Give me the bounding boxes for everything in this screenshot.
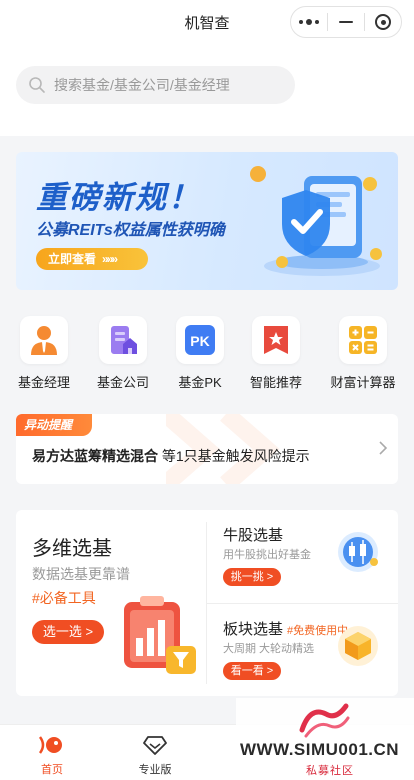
quick-entry-label: 基金PK: [178, 375, 222, 390]
search-input[interactable]: [54, 77, 274, 93]
banner-subline: 公募REITs权益属性获明确: [36, 222, 225, 239]
site-watermark: WWW.SIMU001.CN 私募社区: [236, 698, 414, 780]
tab-label: 专业版: [138, 764, 172, 776]
quick-entry-calculator[interactable]: 财富计算器: [325, 310, 401, 391]
alert-fund-name: 易方达蓝筹精选混合: [32, 448, 158, 464]
more-options-button[interactable]: [291, 7, 327, 37]
watermark-url: WWW.SIMU001.CN: [240, 740, 400, 759]
tool-title: 牛股选基: [223, 527, 284, 544]
multi-dimension-fund-picker: 多维选基 数据选基更靠谱 #必备工具 选一选 > 牛股选基 用牛股挑出好基金 挑…: [16, 510, 398, 696]
quick-entry-smart-recommend[interactable]: 智能推荐: [238, 310, 314, 391]
smart-recommend-icon: [264, 326, 288, 354]
alert-message-text: 等1只基金触发风险提示: [161, 448, 310, 464]
close-circle-icon: [375, 14, 391, 30]
pick-button[interactable]: 挑一挑 >: [223, 568, 281, 586]
multi-select-main[interactable]: 多维选基 数据选基更靠谱 #必备工具 选一选 >: [16, 510, 206, 696]
search-icon: [29, 77, 45, 93]
svg-text:PK: PK: [190, 333, 209, 349]
search-bar[interactable]: [16, 66, 295, 104]
quick-entry-fund-manager[interactable]: 基金经理: [6, 310, 82, 391]
tool-title: 板块选基 #免费使用中: [223, 621, 349, 638]
calculator-icon: [349, 326, 377, 354]
sector-picker[interactable]: 板块选基 #免费使用中 大周期 大轮动精选 看一看 >: [207, 604, 398, 696]
minimize-button[interactable]: [328, 7, 364, 37]
multi-select-subtitle: 数据选基更靠谱: [32, 566, 130, 582]
multi-select-tag: #必备工具: [32, 590, 96, 606]
top-navigation-bar: 机智查: [0, 0, 414, 136]
quick-entry-label: 基金公司: [96, 375, 149, 390]
shield-phone-illustration: [250, 166, 382, 276]
fund-manager-icon: [31, 326, 57, 355]
diamond-icon: [143, 736, 167, 755]
cube-icon: [338, 626, 378, 666]
banner-cta-label: 立即查看: [48, 252, 97, 266]
tab-professional[interactable]: 专业版: [115, 725, 195, 780]
home-fish-icon: [39, 736, 62, 754]
mini-program-capsule: [290, 6, 402, 38]
quick-entry-label: 财富计算器: [330, 375, 396, 390]
quick-entry-fund-company[interactable]: 基金公司: [85, 310, 161, 391]
tool-subtitle: 大周期 大轮动精选: [223, 643, 315, 655]
close-button[interactable]: [365, 7, 401, 37]
banner-view-now-button[interactable]: 立即查看 »»»: [36, 248, 148, 270]
bull-stock-picker[interactable]: 牛股选基 用牛股挑出好基金 挑一挑 >: [207, 510, 398, 603]
risk-alert-card[interactable]: 异动提醒 易方达蓝筹精选混合 等1只基金触发风险提示: [16, 414, 398, 484]
multi-select-title: 多维选基: [32, 538, 112, 560]
tab-label: 首页: [41, 764, 63, 776]
tab-home[interactable]: 首页: [12, 725, 92, 780]
promo-banner[interactable]: 重磅新规！ 公募REITs权益属性获明确 立即查看 »»»: [16, 152, 398, 290]
quick-entry-label: 基金经理: [17, 375, 70, 390]
chevron-right-icon: [379, 441, 388, 455]
quick-entry-label: 智能推荐: [249, 375, 302, 390]
fund-pk-icon: PK: [185, 325, 215, 355]
alert-message: 易方达蓝筹精选混合 等1只基金触发风险提示: [32, 446, 310, 466]
more-dots-icon: [299, 19, 319, 25]
view-button[interactable]: 看一看 >: [223, 662, 281, 680]
quick-entry-fund-pk[interactable]: PK 基金PK: [162, 310, 238, 391]
watermark-logo-icon: [299, 703, 350, 738]
banner-cta-arrows: »»»: [102, 252, 118, 266]
bar-chart-clipboard-icon: [124, 596, 196, 674]
quick-entry-grid: 基金经理 基金公司 PK 基金PK 智能推荐 财富计算器: [0, 310, 414, 402]
watermark-name: 私募社区: [306, 765, 354, 777]
banner-headline: 重磅新规！: [36, 180, 201, 215]
fund-company-icon: [111, 326, 137, 354]
candlestick-icon: [338, 532, 378, 572]
minimize-icon: [339, 21, 353, 23]
select-button[interactable]: 选一选 >: [32, 620, 104, 644]
alert-tag: 异动提醒: [16, 414, 92, 436]
tool-subtitle: 用牛股挑出好基金: [223, 549, 311, 561]
